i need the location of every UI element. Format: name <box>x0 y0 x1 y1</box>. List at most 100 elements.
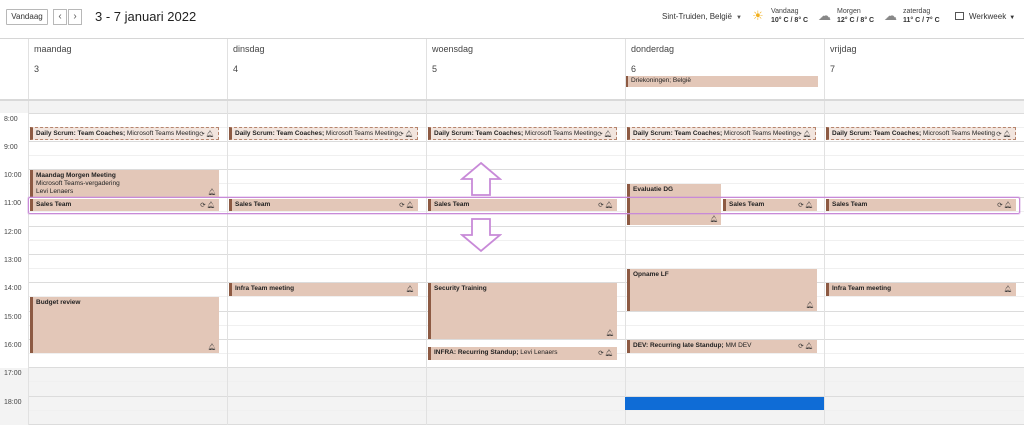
day-number: 5 <box>432 64 438 74</box>
event-budget-review[interactable]: Budget review 🔔︎ <box>30 297 219 353</box>
event-opname-lf[interactable]: Opname LF 🔔︎ <box>627 269 817 311</box>
event-title: Daily Scrum: Team Coaches; Microsoft Tea… <box>633 130 797 137</box>
hour-line <box>28 226 1024 227</box>
event-title: INFRA: Recurring Standup; Levi Lenaers <box>434 349 558 356</box>
allday-event[interactable]: Driekoningen; België <box>626 76 818 87</box>
day-header-tuesday[interactable]: dinsdag 4 <box>227 39 426 99</box>
weather-day-label: Morgen <box>837 8 861 15</box>
hour-label: 15:00 <box>4 314 22 321</box>
half-hour-line <box>28 240 1024 241</box>
event-title: Daily Scrum: Team Coaches; Microsoft Tea… <box>235 130 399 137</box>
event-maandag-morgen-meeting[interactable]: Maandag Morgen Meeting Microsoft Teams-v… <box>30 170 219 198</box>
weather-temp-label: 11° C / 7° C <box>903 17 940 24</box>
chevron-right-icon[interactable]: › <box>68 9 82 25</box>
highlight-annotation <box>28 197 1020 214</box>
half-hour-line <box>28 268 1024 269</box>
hour-label: 11:00 <box>4 200 21 207</box>
bell-icon: 🔔︎ <box>709 216 718 223</box>
weather-temp-label: 10° C / 8° C <box>771 17 809 24</box>
event-title: Opname LF <box>633 271 669 278</box>
event-title: Budget review <box>36 299 81 306</box>
event-dev-standup[interactable]: DEV: Recurring late Standup; MM DEV ⟳🔔︎ <box>627 340 817 353</box>
day-number: 4 <box>233 64 239 74</box>
hour-line <box>28 141 1024 142</box>
day-name: dinsdag <box>233 44 265 54</box>
cloud-icon: ☁ <box>818 8 831 23</box>
hour-line <box>28 367 1024 368</box>
event-title: Driekoningen; België <box>631 77 691 84</box>
event-location: Microsoft Teams-vergadering <box>36 180 120 187</box>
hour-label: 10:00 <box>4 172 22 179</box>
event-infra-team-friday[interactable]: Infra Team meeting 🔔︎ <box>826 283 1016 296</box>
column-divider <box>227 101 228 425</box>
week-grid: maandag 3 dinsdag 4 woensdag 5 donderdag… <box>0 38 1024 425</box>
bell-icon: 🔔︎ <box>605 330 614 337</box>
bell-icon: 🔔︎ <box>405 286 415 293</box>
event-title: Daily Scrum: Team Coaches; Microsoft Tea… <box>36 130 200 137</box>
half-hour-line <box>28 381 1024 382</box>
weather-temp-label: 12° C / 8° C <box>837 17 875 24</box>
calendar-toolbar: Vandaag ‹ › 3 - 7 januari 2022 Sint-Trui… <box>0 0 1024 38</box>
weather-day-label: zaterdag <box>903 8 931 15</box>
event-title: Infra Team meeting <box>235 285 295 292</box>
calendar-icon <box>955 12 964 20</box>
bell-icon: 🔔︎ <box>207 189 216 196</box>
recurring-bell-icon: ⟳🔔︎ <box>398 131 414 138</box>
selected-time-slot[interactable] <box>625 397 824 410</box>
chevron-down-icon: ▼ <box>735 15 742 21</box>
hour-label: 9:00 <box>4 144 18 151</box>
day-number: 6 <box>631 64 637 74</box>
event-title: Daily Scrum: Team Coaches; Microsoft Tea… <box>434 130 598 137</box>
recurring-bell-icon: ⟳🔔︎ <box>796 131 812 138</box>
chevron-down-icon: ▼ <box>1009 15 1016 21</box>
recurring-bell-icon: ⟳🔔︎ <box>996 131 1012 138</box>
location-dropdown[interactable]: Sint-Truiden, België ▼ <box>662 12 742 21</box>
event-daily-scrum-thursday[interactable]: Daily Scrum: Team Coaches; Microsoft Tea… <box>627 127 816 140</box>
recurring-bell-icon: ⟳🔔︎ <box>598 350 614 357</box>
hour-line <box>28 254 1024 255</box>
event-daily-scrum-wednesday[interactable]: Daily Scrum: Team Coaches; Microsoft Tea… <box>428 127 617 140</box>
event-title: Security Training <box>434 285 487 292</box>
day-header-friday[interactable]: vrijdag 7 <box>824 39 1024 99</box>
event-organizer: Levi Lenaers <box>36 188 74 195</box>
column-divider <box>824 101 825 425</box>
event-title: Daily Scrum: Team Coaches; Microsoft Tea… <box>832 130 996 137</box>
event-daily-scrum-monday[interactable]: Daily Scrum: Team Coaches; Microsoft Tea… <box>30 127 219 140</box>
view-dropdown[interactable]: Werkweek ▼ <box>955 12 1015 21</box>
event-daily-scrum-tuesday[interactable]: Daily Scrum: Team Coaches; Microsoft Tea… <box>229 127 418 140</box>
hour-label: 14:00 <box>4 285 22 292</box>
recurring-bell-icon: ⟳🔔︎ <box>597 131 613 138</box>
event-infra-team-tuesday[interactable]: Infra Team meeting 🔔︎ <box>229 283 418 296</box>
hour-line <box>28 396 1024 397</box>
event-title: Evaluatie DG <box>633 186 674 193</box>
view-label: Werkweek <box>969 12 1007 21</box>
date-range-title: 3 - 7 januari 2022 <box>95 9 197 24</box>
hour-label: 16:00 <box>4 342 22 349</box>
hour-label: 17:00 <box>4 370 22 377</box>
column-divider <box>28 101 29 425</box>
location-label: Sint-Truiden, België <box>662 12 732 21</box>
day-number: 3 <box>34 64 40 74</box>
event-infra-standup[interactable]: INFRA: Recurring Standup; Levi Lenaers ⟳… <box>428 347 617 360</box>
event-title: Infra Team meeting <box>832 285 892 292</box>
event-title: DEV: Recurring late Standup; MM DEV <box>633 342 752 349</box>
half-hour-line <box>28 155 1024 156</box>
bell-icon: 🔔︎ <box>207 344 216 351</box>
bell-icon: 🔔︎ <box>1003 286 1013 293</box>
arrow-down-icon <box>460 218 502 253</box>
day-header-thursday[interactable]: donderdag 6 <box>625 39 824 99</box>
event-security-training[interactable]: Security Training 🔔︎ <box>428 283 617 339</box>
hour-label: 12:00 <box>4 229 22 236</box>
hour-label: 8:00 <box>4 116 18 123</box>
chevron-left-icon[interactable]: ‹ <box>53 9 67 25</box>
event-daily-scrum-friday[interactable]: Daily Scrum: Team Coaches; Microsoft Tea… <box>826 127 1016 140</box>
column-divider <box>625 101 626 425</box>
day-name: woensdag <box>432 44 474 54</box>
arrow-up-icon <box>460 161 502 196</box>
day-name: vrijdag <box>830 44 857 54</box>
event-title: Maandag Morgen Meeting <box>36 172 116 179</box>
today-button[interactable]: Vandaag <box>6 9 48 25</box>
day-header-monday[interactable]: maandag 3 <box>28 39 227 99</box>
recurring-bell-icon: ⟳🔔︎ <box>798 343 814 350</box>
day-header-wednesday[interactable]: woensdag 5 <box>426 39 625 99</box>
